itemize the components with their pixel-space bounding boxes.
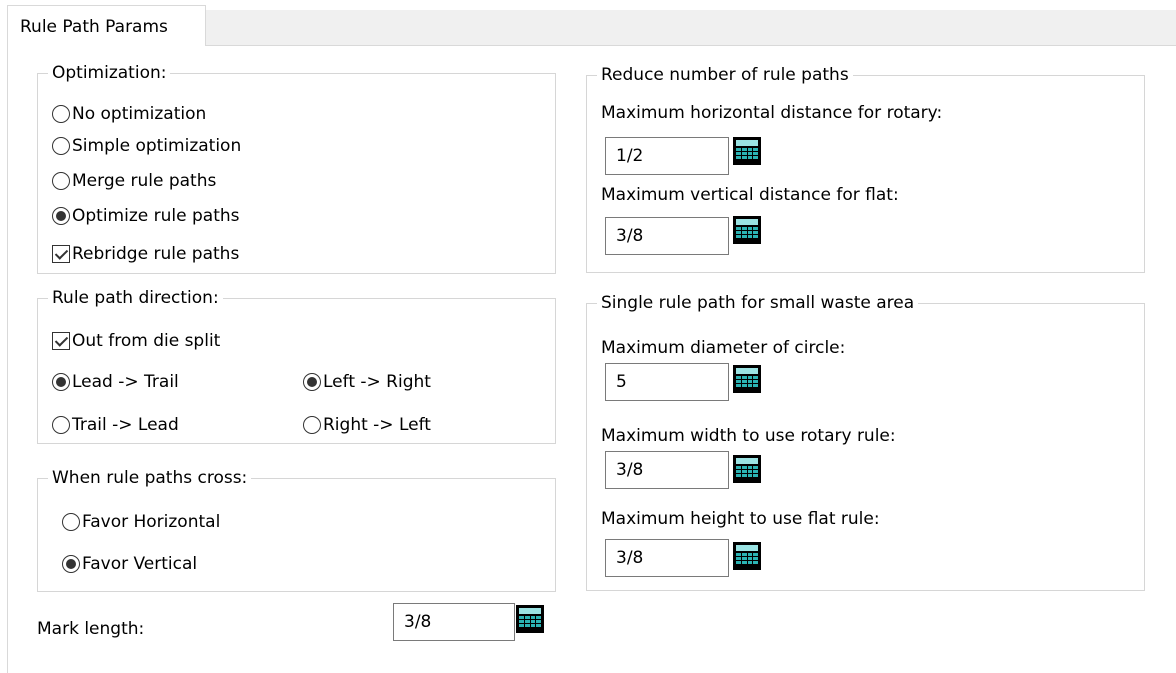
radio-label: Right -> Left xyxy=(323,415,431,435)
rule-paths-cross-group: When rule paths cross: Favor Horizontal … xyxy=(37,467,556,592)
radio-label: Merge rule paths xyxy=(72,171,217,191)
flat-distance-input[interactable] xyxy=(605,217,729,255)
calculator-icon[interactable] xyxy=(733,137,761,165)
calculator-icon[interactable] xyxy=(733,365,761,393)
rotary-distance-input[interactable] xyxy=(605,137,729,175)
mark-length-label: Mark length: xyxy=(37,619,145,639)
radio-label: Lead -> Trail xyxy=(72,372,179,392)
reduce-rule-paths-group: Reduce number of rule paths Maximum hori… xyxy=(586,64,1145,273)
tab-strip: Rule Path Params xyxy=(0,0,1176,46)
rotary-distance-label: Maximum horizontal distance for rotary: xyxy=(601,103,943,123)
radio-simple-optimization[interactable]: Simple optimization xyxy=(52,134,241,158)
flat-distance-label: Maximum vertical distance for flat: xyxy=(601,185,899,205)
radio-label: Favor Vertical xyxy=(82,554,198,574)
radio-indicator xyxy=(52,105,70,123)
calculator-icon[interactable] xyxy=(733,216,761,244)
radio-left-right[interactable]: Left -> Right xyxy=(303,370,431,394)
radio-indicator xyxy=(52,137,70,155)
radio-optimize-rule-paths[interactable]: Optimize rule paths xyxy=(52,204,240,228)
radio-right-left[interactable]: Right -> Left xyxy=(303,413,431,437)
calculator-icon[interactable] xyxy=(733,542,761,570)
radio-label: Trail -> Lead xyxy=(72,415,179,435)
optimization-title: Optimization: xyxy=(48,62,171,84)
checkbox-label: Out from die split xyxy=(72,331,221,351)
radio-favor-horizontal[interactable]: Favor Horizontal xyxy=(62,510,220,534)
reduce-title: Reduce number of rule paths xyxy=(597,64,853,86)
single-rule-path-group: Single rule path for small waste area Ma… xyxy=(586,292,1145,591)
tab-label: Rule Path Params xyxy=(20,17,168,37)
panel-left-border xyxy=(7,46,8,673)
tab-rule-path-params[interactable]: Rule Path Params xyxy=(7,5,206,46)
radio-lead-trail[interactable]: Lead -> Trail xyxy=(52,370,179,394)
radio-indicator xyxy=(52,172,70,190)
calculator-icon[interactable] xyxy=(516,605,544,633)
radio-indicator xyxy=(52,207,70,225)
checkbox-indicator xyxy=(52,245,70,263)
flat-height-input[interactable] xyxy=(605,539,729,577)
radio-no-optimization[interactable]: No optimization xyxy=(52,102,206,126)
direction-title: Rule path direction: xyxy=(48,287,223,309)
radio-label: No optimization xyxy=(72,104,207,124)
mark-length-input[interactable] xyxy=(393,603,515,641)
rotary-width-label: Maximum width to use rotary rule: xyxy=(601,426,896,446)
circle-diameter-label: Maximum diameter of circle: xyxy=(601,338,846,358)
radio-indicator xyxy=(62,555,80,573)
flat-height-label: Maximum height to use flat rule: xyxy=(601,509,880,529)
single-title: Single rule path for small waste area xyxy=(597,292,919,314)
checkbox-rebridge-rule-paths[interactable]: Rebridge rule paths xyxy=(52,242,239,266)
rule-path-direction-group: Rule path direction: Out from die split … xyxy=(37,287,556,444)
circle-diameter-input[interactable] xyxy=(605,363,729,401)
cross-title: When rule paths cross: xyxy=(48,467,252,489)
radio-indicator xyxy=(52,416,70,434)
radio-indicator xyxy=(62,513,80,531)
radio-label: Left -> Right xyxy=(323,372,431,392)
radio-label: Favor Horizontal xyxy=(82,512,221,532)
optimization-group: Optimization: No optimization Simple opt… xyxy=(37,62,556,274)
tab-bar-background xyxy=(206,10,1176,46)
rotary-width-input[interactable] xyxy=(605,451,729,489)
radio-favor-vertical[interactable]: Favor Vertical xyxy=(62,552,197,576)
calculator-icon[interactable] xyxy=(733,455,761,483)
radio-trail-lead[interactable]: Trail -> Lead xyxy=(52,413,179,437)
radio-merge-rule-paths[interactable]: Merge rule paths xyxy=(52,169,216,193)
radio-label: Simple optimization xyxy=(72,136,242,156)
radio-indicator xyxy=(303,373,321,391)
checkbox-out-from-die-split[interactable]: Out from die split xyxy=(52,329,220,353)
checkbox-label: Rebridge rule paths xyxy=(72,244,240,264)
checkbox-indicator xyxy=(52,332,70,350)
radio-label: Optimize rule paths xyxy=(72,206,240,226)
radio-indicator xyxy=(52,373,70,391)
radio-indicator xyxy=(303,416,321,434)
